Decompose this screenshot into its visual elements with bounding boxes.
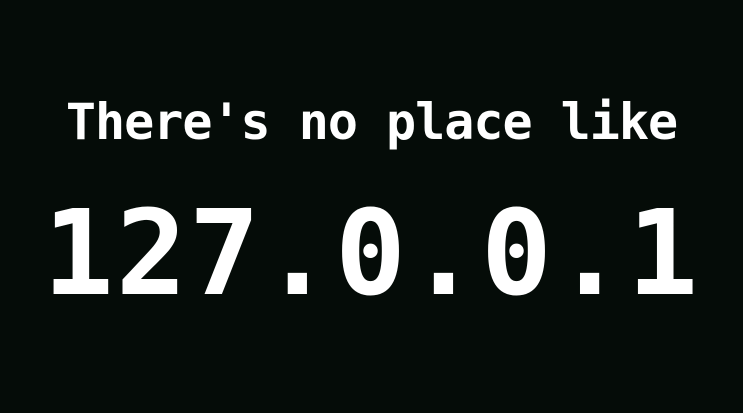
- localhost-ip-address: 127.0.0.1: [42, 184, 701, 322]
- tagline-text: There's no place like: [65, 93, 678, 151]
- meme-canvas: There's no place like 127.0.0.1: [0, 0, 743, 413]
